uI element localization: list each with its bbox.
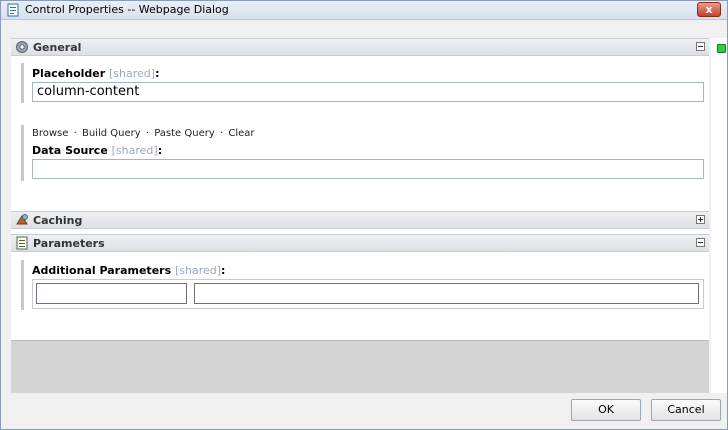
placeholder-field-group [21, 63, 24, 103]
additional-parameters-label-text: Additional Parameters [32, 264, 172, 277]
data-source-field-group [21, 125, 24, 181]
section-header-general[interactable]: General [11, 38, 709, 56]
placeholder-label: Placeholder [shared]: [32, 67, 159, 80]
link-separator: · [73, 128, 77, 139]
window-title: Control Properties -- Webpage Dialog [25, 3, 229, 16]
additional-parameters-field-group [21, 260, 24, 310]
caching-icon [16, 214, 28, 225]
clear-link[interactable]: Clear [228, 128, 254, 139]
section-title-parameters: Parameters [33, 237, 105, 250]
browse-link[interactable]: Browse [32, 128, 68, 139]
data-source-label: Data Source [shared]: [32, 144, 162, 157]
additional-parameters-label: Additional Parameters [shared]: [32, 264, 225, 277]
placeholder-input-value: column-content [37, 84, 140, 99]
title-bar: Control Properties -- Webpage Dialog x [1, 1, 727, 20]
collapse-parameters-icon[interactable] [696, 238, 705, 247]
parameter-value-input[interactable] [194, 283, 699, 304]
link-separator: · [219, 128, 224, 139]
dialog-footer: OK Cancel [11, 393, 727, 429]
cancel-button[interactable]: Cancel [651, 399, 721, 421]
dialog-window: Control Properties -- Webpage Dialog x G… [0, 0, 728, 430]
data-source-label-text: Data Source [32, 144, 108, 157]
additional-parameters-shared-tag: [shared] [174, 264, 222, 277]
placeholder-label-text: Placeholder [32, 67, 106, 80]
section-title-general: General [33, 41, 82, 54]
section-header-parameters[interactable]: Parameters [11, 234, 709, 252]
ok-button[interactable]: OK [571, 399, 641, 421]
close-icon: x [705, 3, 713, 16]
paste-query-link[interactable]: Paste Query [154, 128, 215, 139]
data-source-input[interactable] [32, 159, 704, 179]
page-icon [7, 3, 19, 17]
section-header-caching[interactable]: Caching [11, 211, 709, 229]
placeholder-input[interactable]: column-content [32, 82, 704, 102]
data-source-shared-tag: [shared] [111, 144, 158, 157]
parameter-name-input[interactable] [36, 283, 187, 304]
gear-icon [16, 41, 28, 53]
data-source-links: Browse · Build Query · Paste Query · Cle… [32, 128, 257, 139]
collapse-general-icon[interactable] [696, 42, 705, 51]
close-button[interactable]: x [697, 2, 721, 17]
section-title-caching: Caching [33, 214, 83, 227]
placeholder-shared-tag: [shared] [109, 67, 156, 80]
build-query-link[interactable]: Build Query [82, 128, 141, 139]
right-rail [711, 38, 727, 393]
status-indicator-icon [717, 44, 726, 53]
expand-caching-icon[interactable] [696, 215, 705, 224]
link-separator: · [145, 128, 150, 139]
placeholder-colon: : [155, 67, 160, 80]
list-icon [16, 236, 28, 250]
data-source-colon: : [157, 144, 163, 157]
empty-panel-area [11, 340, 709, 393]
additional-parameters-colon: : [221, 264, 226, 277]
